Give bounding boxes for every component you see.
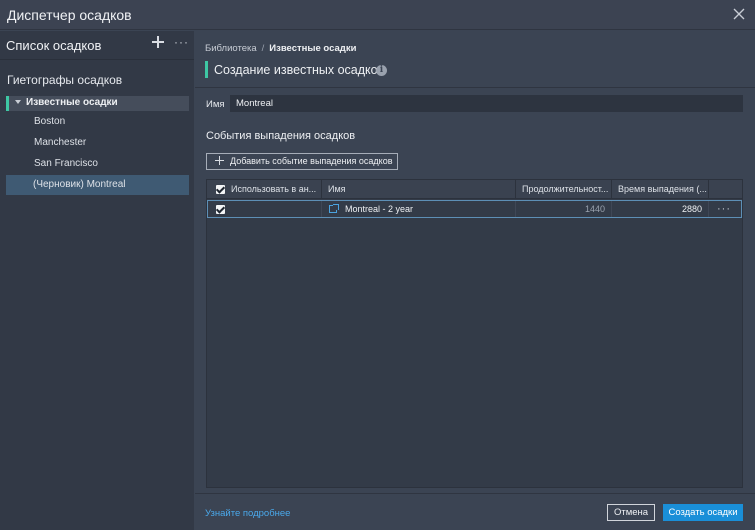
column-header-time[interactable]: Время выпадения (... [612, 180, 709, 199]
sidebar-section-title: Гиетографы осадков [7, 73, 123, 87]
breadcrumb-root[interactable]: Библиотека [205, 43, 257, 54]
sidebar-item-boston[interactable]: Boston [6, 112, 189, 132]
select-all-checkbox[interactable] [216, 185, 225, 194]
cell-time[interactable]: 2880 [612, 201, 709, 217]
column-header-name[interactable]: Имя [322, 180, 516, 199]
add-event-label: Добавить событие выпадения осадков [230, 156, 393, 166]
plus-icon[interactable] [152, 36, 164, 48]
events-table: Использовать в ан... Имя Продолжительнос… [206, 179, 743, 488]
sidebar-header: Список осадков [6, 38, 102, 53]
selection-accent [6, 96, 9, 111]
column-header-duration[interactable]: Продолжительност... [516, 180, 612, 199]
cell-name: Montreal - 2 year [322, 201, 516, 217]
divider [195, 493, 755, 494]
row-checkbox[interactable] [216, 205, 225, 214]
learn-more-link[interactable]: Узнайте подробнее [205, 508, 290, 519]
sidebar-item-label: San Francisco [34, 158, 98, 169]
sidebar: Список осадков ··· Гиетографы осадков Из… [0, 31, 194, 530]
table-header: Использовать в ан... Имя Продолжительнос… [207, 180, 742, 199]
column-header-use[interactable]: Использовать в ан... [207, 180, 322, 199]
chevron-down-icon[interactable] [15, 100, 21, 104]
external-link-icon[interactable] [329, 204, 339, 213]
sidebar-item-label: Manchester [34, 137, 87, 148]
window-title: Диспетчер осадков [7, 7, 132, 23]
main-panel: Библиотека / Известные осадки Создание изв… [195, 31, 755, 530]
cancel-button[interactable]: Отмена [607, 504, 655, 521]
sidebar-item-label: Boston [34, 116, 66, 127]
more-icon[interactable]: ··· [174, 35, 189, 49]
info-icon[interactable]: i [376, 65, 387, 76]
name-label: Имя [206, 99, 225, 110]
events-section-title: События выпадения осадков [206, 130, 356, 142]
add-event-button[interactable]: Добавить событие выпадения осадков [206, 153, 398, 170]
page-title: Создание известных осадков [214, 63, 385, 77]
sidebar-item-label: (Черновик) Montreal [33, 179, 126, 190]
table-row[interactable]: Montreal - 2 year 1440 2880 ··· [207, 200, 742, 218]
cell-duration: 1440 [516, 201, 612, 217]
breadcrumb: Библиотека / Известные осадки [205, 43, 356, 54]
breadcrumb-current: Известные осадки [269, 43, 357, 54]
divider [195, 87, 755, 88]
tree-group-label: Известные осадки [26, 97, 118, 108]
close-icon[interactable] [731, 6, 747, 22]
plus-icon [215, 156, 224, 165]
sidebar-item-montreal-draft[interactable]: (Черновик) Montreal [6, 175, 189, 195]
sidebar-item-san-francisco[interactable]: San Francisco [6, 154, 189, 174]
title-accent [205, 61, 208, 78]
tree-group-known-rainfall[interactable]: Известные осадки [6, 96, 189, 111]
breadcrumb-separator: / [261, 43, 265, 54]
name-field[interactable] [230, 95, 743, 112]
cell-use [208, 201, 322, 217]
create-rainfall-button[interactable]: Создать осадки [663, 504, 743, 521]
divider [0, 59, 194, 60]
row-more-icon[interactable]: ··· [717, 203, 731, 215]
title-bar: Диспетчер осадков [0, 0, 755, 30]
sidebar-item-manchester[interactable]: Manchester [6, 133, 189, 153]
